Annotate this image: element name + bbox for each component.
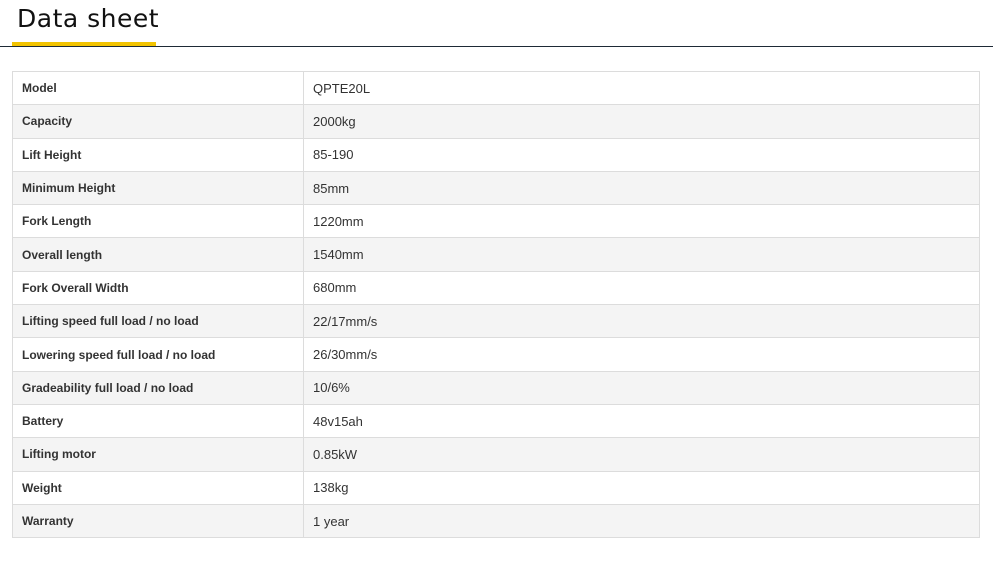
spec-value: 680mm (303, 270, 980, 306)
spec-label: Battery (12, 403, 304, 439)
spec-label: Gradeability full load / no load (12, 370, 304, 405)
spec-value: 22/17mm/s (303, 304, 980, 339)
spec-value: 85mm (303, 170, 980, 206)
table-row: Model QPTE20L (12, 70, 980, 106)
spec-label: Minimum Height (12, 170, 304, 206)
spec-value: 2000kg (303, 104, 980, 139)
table-row: Warranty 1 year (12, 503, 980, 539)
section-header: Data sheet (0, 0, 993, 47)
spec-label: Overall length (12, 237, 304, 272)
spec-label: Lifting speed full load / no load (12, 304, 304, 339)
table-row: Weight 138kg (12, 470, 980, 505)
spec-value: QPTE20L (303, 70, 980, 106)
spec-value: 0.85kW (303, 437, 980, 472)
table-row: Fork Overall Width 680mm (12, 270, 980, 306)
spec-label: Lift Height (12, 137, 304, 172)
spec-value: 10/6% (303, 370, 980, 405)
page-title: Data sheet (17, 4, 160, 33)
table-row: Overall length 1540mm (12, 237, 980, 272)
table-row: Lifting speed full load / no load 22/17m… (12, 304, 980, 339)
spec-label: Fork Overall Width (12, 270, 304, 306)
spec-label: Capacity (12, 104, 304, 139)
table-row: Battery 48v15ah (12, 403, 980, 439)
table-row: Lowering speed full load / no load 26/30… (12, 337, 980, 372)
table-row: Fork Length 1220mm (12, 204, 980, 239)
spec-label: Warranty (12, 503, 304, 539)
table-row: Minimum Height 85mm (12, 170, 980, 206)
spec-label: Model (12, 70, 304, 106)
spec-value: 1540mm (303, 237, 980, 272)
table-row: Lift Height 85-190 (12, 137, 980, 172)
table-row: Capacity 2000kg (12, 104, 980, 139)
data-sheet-table: Model QPTE20L Capacity 2000kg Lift Heigh… (12, 70, 980, 539)
spec-value: 1 year (303, 503, 980, 539)
spec-value: 1220mm (303, 204, 980, 239)
spec-label: Fork Length (12, 204, 304, 239)
table-row: Gradeability full load / no load 10/6% (12, 370, 980, 405)
title-accent-underline (12, 42, 156, 46)
spec-value: 85-190 (303, 137, 980, 172)
spec-value: 138kg (303, 470, 980, 505)
spec-value: 48v15ah (303, 403, 980, 439)
table-row: Lifting motor 0.85kW (12, 437, 980, 472)
spec-value: 26/30mm/s (303, 337, 980, 372)
spec-label: Lifting motor (12, 437, 304, 472)
spec-label: Weight (12, 470, 304, 505)
spec-label: Lowering speed full load / no load (12, 337, 304, 372)
